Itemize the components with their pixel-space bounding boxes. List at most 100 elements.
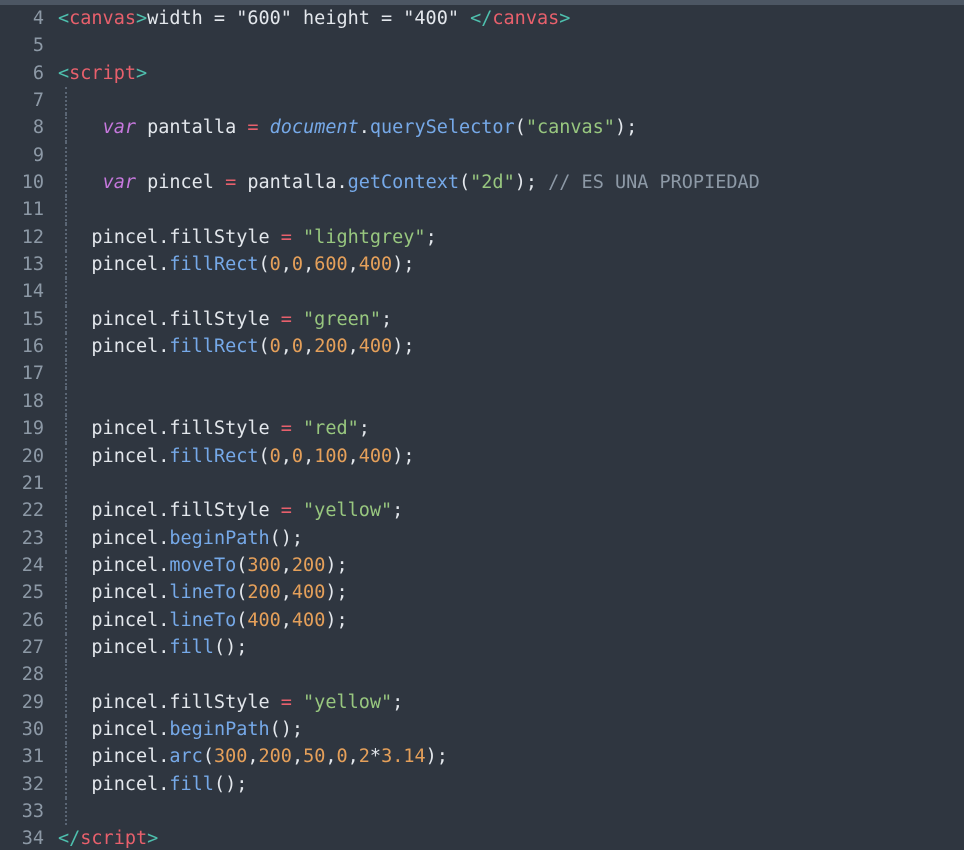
code-line[interactable]: 32 pincel.fill(); xyxy=(0,770,964,799)
code-line[interactable]: 8 var pantalla = document.querySelector(… xyxy=(0,114,964,143)
token-fn: lineTo xyxy=(169,609,237,631)
code-line-content[interactable]: <canvas>width = "600" height = "400" </c… xyxy=(58,5,570,32)
token-plain: ( xyxy=(258,254,270,276)
code-line-content[interactable]: <script> xyxy=(58,60,147,87)
line-number: 29 xyxy=(21,691,44,713)
line-number: 17 xyxy=(21,363,44,385)
token-plain: pincel. xyxy=(58,254,170,276)
code-line-content[interactable]: pincel.fillRect(0,0,100,400); xyxy=(58,443,414,470)
token-num: 600 xyxy=(314,254,348,276)
code-line-content[interactable]: pincel.fillRect(0,0,200,400); xyxy=(58,333,414,360)
code-line[interactable]: 17 xyxy=(0,360,964,389)
token-num: 0 xyxy=(269,445,281,467)
token-plain: , xyxy=(303,254,315,276)
line-number: 9 xyxy=(32,144,44,166)
token-num: 400 xyxy=(247,609,281,631)
code-line[interactable]: 5 xyxy=(0,32,964,59)
code-line[interactable]: 23 pincel.beginPath(); xyxy=(0,524,964,553)
code-line[interactable]: 31 pincel.arc(300,200,50,0,2*3.14); xyxy=(0,743,964,771)
line-number: 20 xyxy=(21,445,44,467)
code-line-content[interactable]: </script> xyxy=(58,825,158,850)
code-line[interactable]: 15 pincel.fillStyle = "green"; xyxy=(0,305,964,334)
code-line-content[interactable]: pincel.fillStyle = "yellow"; xyxy=(58,689,403,716)
code-line[interactable]: 28 xyxy=(0,661,964,689)
code-line[interactable]: 13 pincel.fillRect(0,0,600,400); xyxy=(0,251,964,279)
line-number: 8 xyxy=(32,117,44,139)
code-line[interactable]: 12 pincel.fillStyle = "lightgrey"; xyxy=(0,223,964,252)
code-line[interactable]: 19 pincel.fillStyle = "red"; xyxy=(0,415,964,443)
code-line-content[interactable]: pincel.beginPath(); xyxy=(58,716,303,743)
token-plain: ); xyxy=(425,746,448,768)
code-line[interactable]: 10 var pincel = pantalla.getContext("2d"… xyxy=(0,169,964,197)
code-line-content[interactable]: pincel.lineTo(400,400); xyxy=(58,607,347,634)
code-line-content[interactable]: pincel.fillRect(0,0,600,400); xyxy=(58,251,414,278)
code-line[interactable]: 7 xyxy=(0,87,964,115)
code-line-content[interactable]: pincel.moveTo(300,200); xyxy=(58,552,347,579)
code-line[interactable]: 18 xyxy=(0,387,964,416)
token-num: 400 xyxy=(291,609,326,631)
code-line-content[interactable]: var pantalla = document.querySelector("c… xyxy=(58,114,638,141)
token-plain: ; xyxy=(381,308,393,330)
code-line[interactable]: 27 pincel.fill(); xyxy=(0,633,964,662)
line-number: 11 xyxy=(21,199,44,221)
token-plain: (); xyxy=(213,773,248,795)
line-number: 18 xyxy=(21,390,44,412)
token-plain: ); xyxy=(392,254,415,276)
token-op: = xyxy=(280,308,292,330)
code-line[interactable]: 21 xyxy=(0,469,964,498)
token-str: "yellow" xyxy=(303,500,393,522)
code-line-content[interactable]: pincel.fill(); xyxy=(58,771,247,798)
code-line-content[interactable]: pincel.fill(); xyxy=(58,634,247,661)
code-line[interactable]: 14 xyxy=(0,278,964,307)
code-line-content[interactable]: pincel.fillStyle = "yellow"; xyxy=(58,497,403,524)
token-bracket: > xyxy=(559,8,571,29)
token-plain: pincel. xyxy=(58,773,170,795)
code-line[interactable]: 30 pincel.beginPath(); xyxy=(0,715,964,744)
code-line[interactable]: 9 xyxy=(0,141,964,170)
code-line[interactable]: 26 pincel.lineTo(400,400); xyxy=(0,606,964,635)
code-line[interactable]: 24 pincel.moveTo(300,200); xyxy=(0,551,964,580)
line-number: 25 xyxy=(21,582,44,604)
code-lines-container[interactable]: 4 <canvas>width = "600" height = "400" </… xyxy=(0,5,964,850)
token-tag: script xyxy=(80,828,148,850)
token-fn: moveTo xyxy=(169,554,237,576)
code-line[interactable]: 6 <script> xyxy=(0,60,964,87)
token-plain: pincel. xyxy=(58,636,170,658)
code-line-content[interactable]: pincel.fillStyle = "red"; xyxy=(58,415,369,442)
code-line[interactable]: 33 xyxy=(0,797,964,826)
line-number: 26 xyxy=(21,609,44,631)
token-bracket: < xyxy=(58,8,70,29)
line-number: 21 xyxy=(21,472,44,494)
token-plain: , xyxy=(325,746,337,768)
token-plain: ); xyxy=(392,336,415,358)
code-line-content[interactable]: var pincel = pantalla.getContext("2d"); … xyxy=(58,169,760,196)
token-bracket: </ xyxy=(470,8,493,29)
code-line[interactable]: 25 pincel.lineTo(200,400); xyxy=(0,579,964,607)
token-plain: * xyxy=(369,746,382,768)
code-line[interactable]: 4 <canvas>width = "600" height = "400" </… xyxy=(0,5,964,32)
line-number: 13 xyxy=(21,254,44,276)
code-line-content[interactable]: pincel.fillStyle = "green"; xyxy=(58,306,392,333)
code-line[interactable]: 20 pincel.fillRect(0,0,100,400); xyxy=(0,442,964,471)
code-editor[interactable]: 4 <canvas>width = "600" height = "400" </… xyxy=(0,0,964,850)
token-fn: beginPath xyxy=(169,718,270,740)
code-line-content[interactable]: pincel.lineTo(200,400); xyxy=(58,579,347,606)
code-line[interactable]: 16 pincel.fillRect(0,0,200,400); xyxy=(0,333,964,361)
code-line-content[interactable]: pincel.arc(300,200,50,0,2*3.14); xyxy=(58,743,448,770)
token-fn: beginPath xyxy=(169,527,270,549)
line-number: 27 xyxy=(21,636,44,658)
code-line-content[interactable]: pincel.fillStyle = "lightgrey"; xyxy=(58,224,436,251)
code-line[interactable]: 34 </script> xyxy=(0,825,964,850)
code-line[interactable]: 29 pincel.fillStyle = "yellow"; xyxy=(0,688,964,717)
code-line-content[interactable]: pincel.beginPath(); xyxy=(58,525,303,552)
token-plain: pincel.fillStyle xyxy=(58,308,281,330)
line-number: 10 xyxy=(21,172,44,194)
token-fn: fillRect xyxy=(169,445,259,467)
token-plain: (); xyxy=(269,527,304,549)
code-line[interactable]: 22 pincel.fillStyle = "yellow"; xyxy=(0,497,964,525)
token-num: 0 xyxy=(291,445,304,467)
code-line[interactable]: 11 xyxy=(0,196,964,225)
token-fn: querySelector xyxy=(369,117,515,139)
